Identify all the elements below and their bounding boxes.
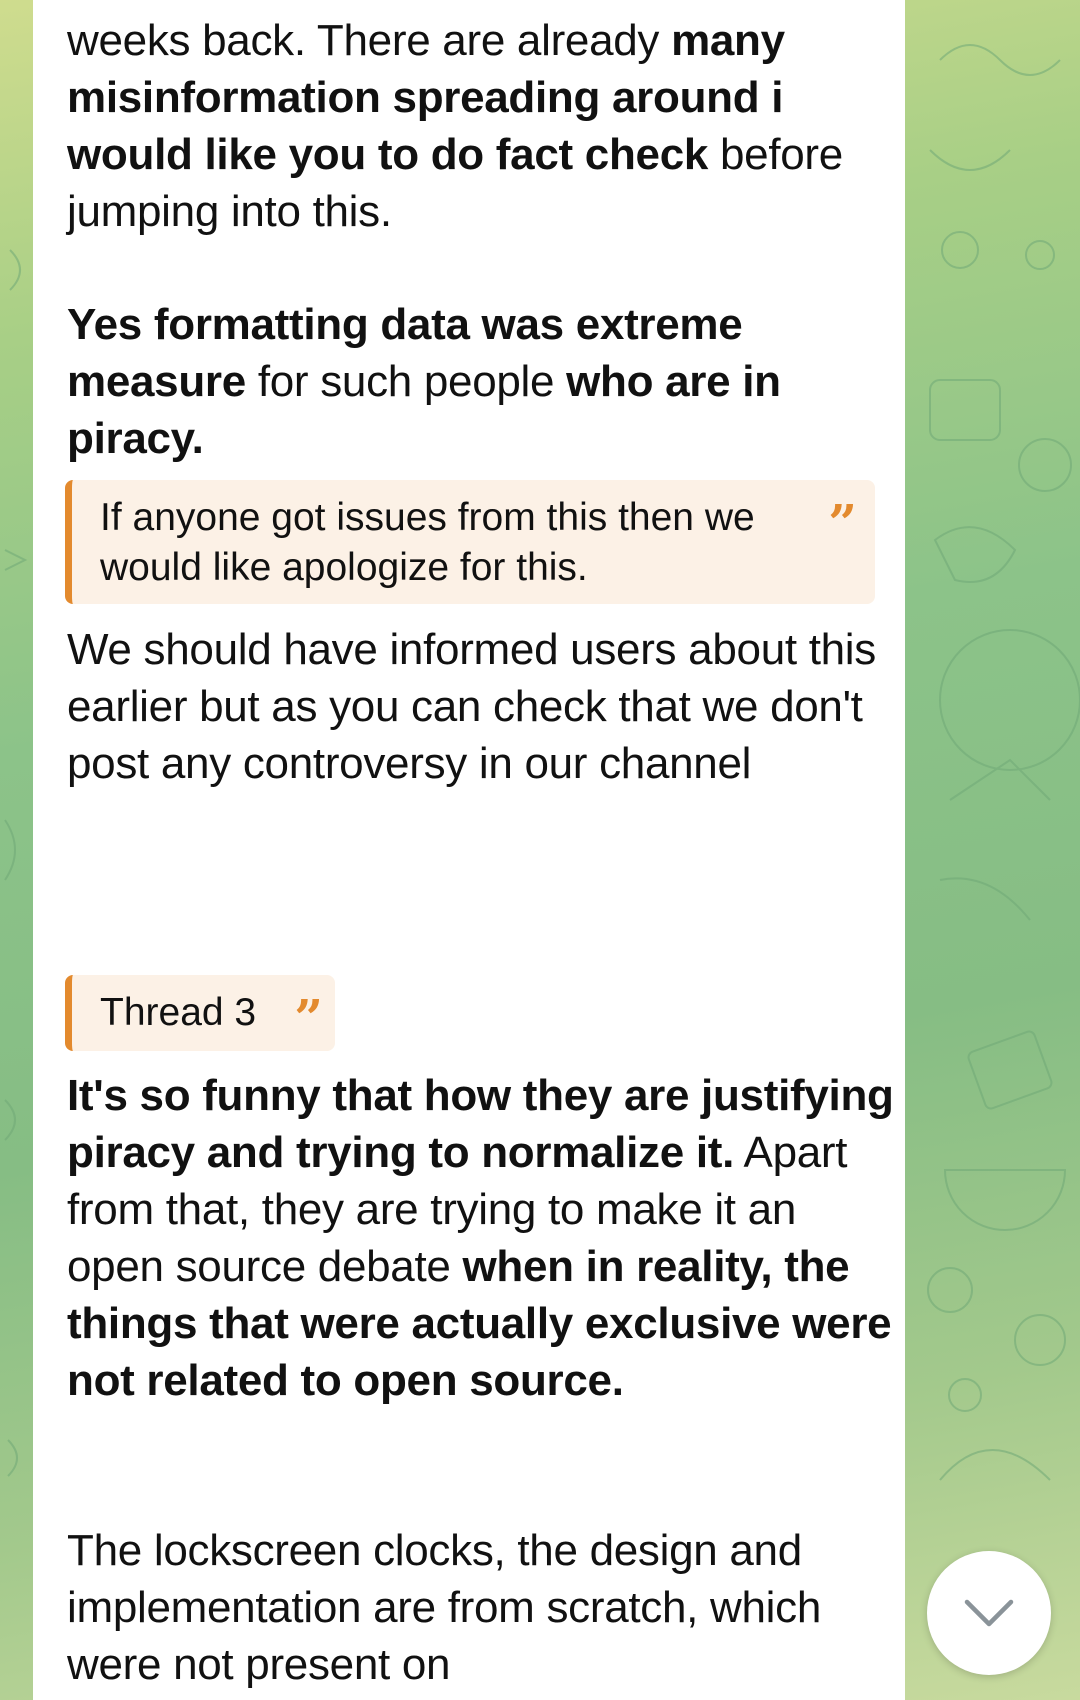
message-paragraph-3: We should have informed users about this…	[67, 625, 876, 788]
blockquote-apology: If anyone got issues from this then we w…	[65, 480, 875, 604]
quote-icon: ”	[828, 493, 857, 552]
paragraph-2-text-a: for such people	[245, 357, 567, 406]
paragraph-1-text-a: weeks back. There are already	[67, 16, 672, 65]
quote-icon: ”	[294, 988, 323, 1047]
message-paragraph-4: It's so funny that how they are justifyi…	[67, 1067, 897, 1409]
blockquote-apology-text: If anyone got issues from this then we w…	[100, 496, 755, 589]
blockquote-thread-3-text: Thread 3	[100, 991, 257, 1034]
message-bubble[interactable]: weeks back. There are already many misin…	[33, 0, 905, 1700]
scroll-to-bottom-button[interactable]	[927, 1551, 1051, 1675]
message-paragraph-2: Yes formatting data was extreme measure …	[67, 296, 897, 467]
message-paragraph-5: The lockscreen clocks, the design and im…	[67, 1526, 822, 1689]
blockquote-thread-3: Thread 3 ”	[65, 975, 335, 1051]
chevron-down-icon	[964, 1599, 1014, 1627]
message-paragraph-1: weeks back. There are already many misin…	[67, 12, 897, 240]
